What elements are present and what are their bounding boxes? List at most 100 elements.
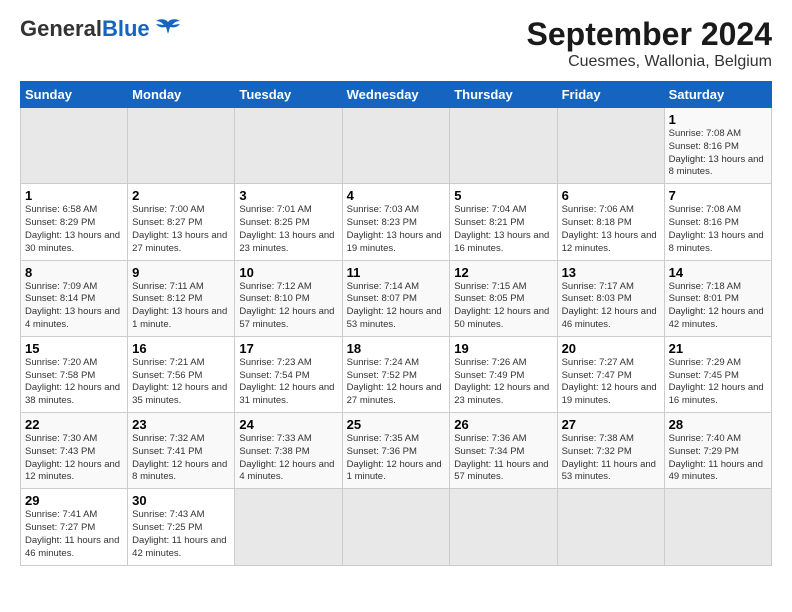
day-info: Sunrise: 7:38 AMSunset: 7:32 PMDaylight:… [562,433,660,484]
calendar-cell: 13Sunrise: 7:17 AMSunset: 8:03 PMDayligh… [557,260,664,336]
calendar-cell: 15Sunrise: 7:20 AMSunset: 7:58 PMDayligh… [21,336,128,412]
location-subtitle: Cuesmes, Wallonia, Belgium [527,53,772,71]
calendar-cell: 14Sunrise: 7:18 AMSunset: 8:01 PMDayligh… [664,260,771,336]
week-row-2: 8Sunrise: 7:09 AMSunset: 8:14 PMDaylight… [21,260,772,336]
day-number: 5 [454,188,552,203]
day-number: 24 [239,417,337,432]
day-number: 16 [132,341,230,356]
calendar-table: SundayMondayTuesdayWednesdayThursdayFrid… [20,81,772,566]
calendar-cell: 17Sunrise: 7:23 AMSunset: 7:54 PMDayligh… [235,336,342,412]
day-info: Sunrise: 6:58 AMSunset: 8:29 PMDaylight:… [25,204,123,255]
logo: GeneralBlue [20,16,182,42]
day-info: Sunrise: 7:24 AMSunset: 7:52 PMDaylight:… [347,357,446,408]
calendar-cell: 22Sunrise: 7:30 AMSunset: 7:43 PMDayligh… [21,413,128,489]
calendar-cell: 4Sunrise: 7:03 AMSunset: 8:23 PMDaylight… [342,184,450,260]
calendar-cell [557,108,664,184]
day-number: 20 [562,341,660,356]
day-number: 17 [239,341,337,356]
calendar-cell: 11Sunrise: 7:14 AMSunset: 8:07 PMDayligh… [342,260,450,336]
day-number: 25 [347,417,446,432]
col-header-thursday: Thursday [450,82,557,108]
logo-blue: Blue [102,16,150,41]
calendar-cell [342,108,450,184]
week-row-4: 22Sunrise: 7:30 AMSunset: 7:43 PMDayligh… [21,413,772,489]
col-header-saturday: Saturday [664,82,771,108]
calendar-cell: 5Sunrise: 7:04 AMSunset: 8:21 PMDaylight… [450,184,557,260]
day-number: 2 [132,188,230,203]
col-header-sunday: Sunday [21,82,128,108]
day-number: 6 [562,188,660,203]
calendar-cell: 25Sunrise: 7:35 AMSunset: 7:36 PMDayligh… [342,413,450,489]
calendar-cell: 28Sunrise: 7:40 AMSunset: 7:29 PMDayligh… [664,413,771,489]
calendar-cell: 1Sunrise: 7:08 AMSunset: 8:16 PMDaylight… [664,108,771,184]
day-number: 23 [132,417,230,432]
day-number: 18 [347,341,446,356]
day-number: 7 [669,188,767,203]
calendar-cell [21,108,128,184]
calendar-cell [557,489,664,565]
calendar-page: GeneralBlue September 2024 Cuesmes, Wall… [0,0,792,612]
day-info: Sunrise: 7:08 AMSunset: 8:16 PMDaylight:… [669,204,767,255]
calendar-cell: 27Sunrise: 7:38 AMSunset: 7:32 PMDayligh… [557,413,664,489]
day-info: Sunrise: 7:03 AMSunset: 8:23 PMDaylight:… [347,204,446,255]
day-info: Sunrise: 7:09 AMSunset: 8:14 PMDaylight:… [25,281,123,332]
day-number: 28 [669,417,767,432]
day-info: Sunrise: 7:21 AMSunset: 7:56 PMDaylight:… [132,357,230,408]
day-number: 9 [132,265,230,280]
calendar-cell: 29Sunrise: 7:41 AMSunset: 7:27 PMDayligh… [21,489,128,565]
calendar-cell [128,108,235,184]
calendar-cell: 18Sunrise: 7:24 AMSunset: 7:52 PMDayligh… [342,336,450,412]
day-number: 11 [347,265,446,280]
calendar-cell [342,489,450,565]
day-number: 19 [454,341,552,356]
day-info: Sunrise: 7:27 AMSunset: 7:47 PMDaylight:… [562,357,660,408]
day-info: Sunrise: 7:04 AMSunset: 8:21 PMDaylight:… [454,204,552,255]
calendar-cell: 12Sunrise: 7:15 AMSunset: 8:05 PMDayligh… [450,260,557,336]
day-info: Sunrise: 7:29 AMSunset: 7:45 PMDaylight:… [669,357,767,408]
col-header-monday: Monday [128,82,235,108]
day-info: Sunrise: 7:41 AMSunset: 7:27 PMDaylight:… [25,509,123,560]
day-info: Sunrise: 7:35 AMSunset: 7:36 PMDaylight:… [347,433,446,484]
day-info: Sunrise: 7:00 AMSunset: 8:27 PMDaylight:… [132,204,230,255]
week-row-0: 1Sunrise: 7:08 AMSunset: 8:16 PMDaylight… [21,108,772,184]
week-row-1: 1Sunrise: 6:58 AMSunset: 8:29 PMDaylight… [21,184,772,260]
col-header-friday: Friday [557,82,664,108]
day-info: Sunrise: 7:43 AMSunset: 7:25 PMDaylight:… [132,509,230,560]
week-row-5: 29Sunrise: 7:41 AMSunset: 7:27 PMDayligh… [21,489,772,565]
day-number: 4 [347,188,446,203]
day-info: Sunrise: 7:08 AMSunset: 8:16 PMDaylight:… [669,128,767,179]
calendar-cell [664,489,771,565]
day-info: Sunrise: 7:15 AMSunset: 8:05 PMDaylight:… [454,281,552,332]
day-number: 14 [669,265,767,280]
day-info: Sunrise: 7:17 AMSunset: 8:03 PMDaylight:… [562,281,660,332]
calendar-cell [450,489,557,565]
day-info: Sunrise: 7:33 AMSunset: 7:38 PMDaylight:… [239,433,337,484]
day-info: Sunrise: 7:01 AMSunset: 8:25 PMDaylight:… [239,204,337,255]
calendar-cell: 30Sunrise: 7:43 AMSunset: 7:25 PMDayligh… [128,489,235,565]
logo-text: GeneralBlue [20,16,150,42]
title-block: September 2024 Cuesmes, Wallonia, Belgiu… [527,16,772,71]
calendar-cell: 6Sunrise: 7:06 AMSunset: 8:18 PMDaylight… [557,184,664,260]
calendar-cell: 3Sunrise: 7:01 AMSunset: 8:25 PMDaylight… [235,184,342,260]
day-info: Sunrise: 7:06 AMSunset: 8:18 PMDaylight:… [562,204,660,255]
calendar-cell: 2Sunrise: 7:00 AMSunset: 8:27 PMDaylight… [128,184,235,260]
calendar-cell [450,108,557,184]
day-info: Sunrise: 7:14 AMSunset: 8:07 PMDaylight:… [347,281,446,332]
day-number: 22 [25,417,123,432]
calendar-cell [235,489,342,565]
calendar-cell: 10Sunrise: 7:12 AMSunset: 8:10 PMDayligh… [235,260,342,336]
day-number: 26 [454,417,552,432]
col-header-wednesday: Wednesday [342,82,450,108]
day-info: Sunrise: 7:18 AMSunset: 8:01 PMDaylight:… [669,281,767,332]
day-info: Sunrise: 7:32 AMSunset: 7:41 PMDaylight:… [132,433,230,484]
logo-general: General [20,16,102,41]
calendar-cell: 16Sunrise: 7:21 AMSunset: 7:56 PMDayligh… [128,336,235,412]
day-number: 15 [25,341,123,356]
calendar-cell: 8Sunrise: 7:09 AMSunset: 8:14 PMDaylight… [21,260,128,336]
week-row-3: 15Sunrise: 7:20 AMSunset: 7:58 PMDayligh… [21,336,772,412]
calendar-cell: 24Sunrise: 7:33 AMSunset: 7:38 PMDayligh… [235,413,342,489]
calendar-cell: 26Sunrise: 7:36 AMSunset: 7:34 PMDayligh… [450,413,557,489]
day-number: 29 [25,493,123,508]
day-info: Sunrise: 7:20 AMSunset: 7:58 PMDaylight:… [25,357,123,408]
day-number: 10 [239,265,337,280]
